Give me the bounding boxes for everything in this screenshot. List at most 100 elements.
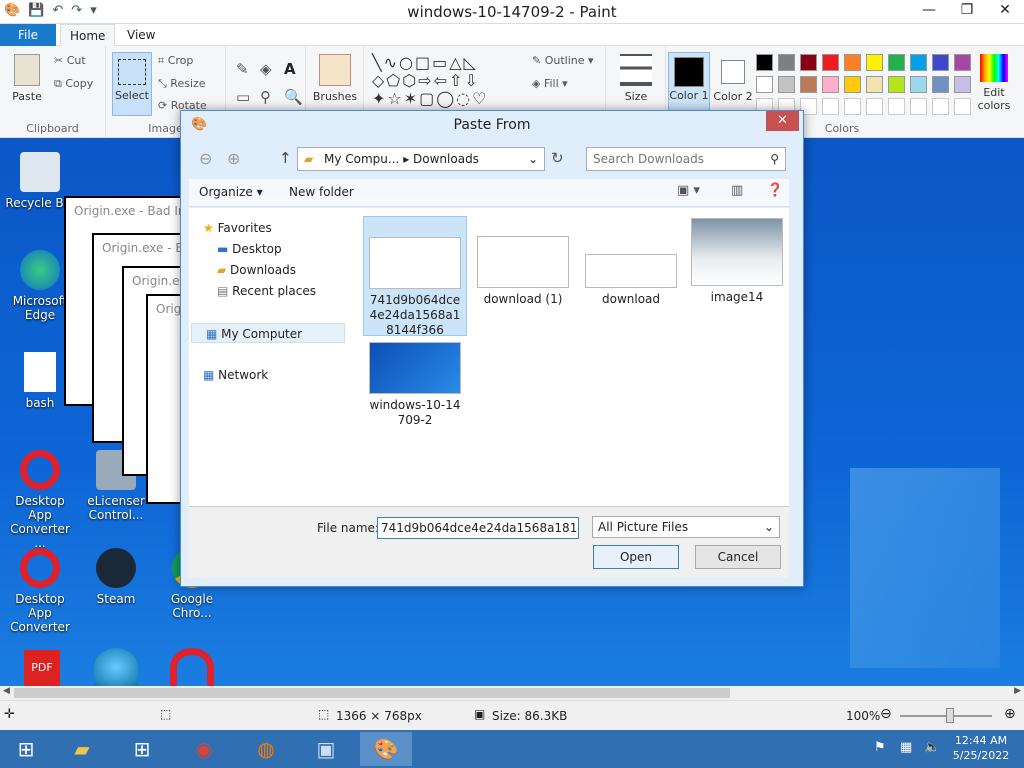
- color-swatch[interactable]: [822, 76, 839, 93]
- custom-color-swatch[interactable]: [932, 98, 949, 115]
- shapes-gallery[interactable]: ╲∿○□▭△◺ ◇⬠⬡⇨⇦⇧⇩ ✦☆✶▢◯◌♡: [372, 54, 522, 110]
- preview-pane-icon[interactable]: ▥: [731, 183, 743, 198]
- app-shortcut-icon[interactable]: [94, 648, 138, 686]
- file-item[interactable]: download (1): [471, 236, 575, 307]
- outline-button[interactable]: ✎ Outline ▾: [532, 54, 594, 67]
- file-item[interactable]: 741d9b064dce4e24da1568a18144f366: [363, 216, 467, 337]
- cancel-button[interactable]: Cancel: [695, 545, 781, 569]
- chevron-down-icon[interactable]: ⌄: [528, 148, 538, 170]
- scroll-thumb[interactable]: [14, 688, 730, 698]
- paste-button[interactable]: Paste: [8, 54, 46, 103]
- file-item[interactable]: image14: [685, 218, 789, 305]
- scroll-left-icon[interactable]: ◀: [3, 686, 10, 696]
- flag-icon[interactable]: ⚑: [874, 740, 886, 755]
- filename-input[interactable]: 741d9b064dce4e24da1568a18144f366: [377, 517, 579, 539]
- network-tray-icon[interactable]: ▦: [900, 740, 912, 755]
- refresh-icon[interactable]: ↻: [551, 149, 564, 167]
- color-swatch[interactable]: [778, 76, 795, 93]
- color-swatch[interactable]: [932, 54, 949, 71]
- copy-button[interactable]: ⧉ Copy: [54, 77, 93, 91]
- opera-shortcut-icon[interactable]: [170, 648, 214, 686]
- horizontal-scrollbar[interactable]: ◀ ▶: [0, 686, 1024, 700]
- select-button[interactable]: Select: [112, 52, 152, 116]
- file-item[interactable]: windows-10-14709-2: [363, 342, 467, 428]
- color-swatch[interactable]: [800, 54, 817, 71]
- color-swatch[interactable]: [888, 54, 905, 71]
- file-tab[interactable]: File: [0, 24, 56, 46]
- desktop-icon-steam[interactable]: Steam: [80, 548, 152, 606]
- color-swatch[interactable]: [932, 76, 949, 93]
- custom-color-swatch[interactable]: [888, 98, 905, 115]
- dialog-close-button[interactable]: ✕: [766, 111, 799, 131]
- nav-recent-places[interactable]: ▤ Recent places: [217, 281, 316, 301]
- help-icon[interactable]: ❓: [767, 183, 783, 198]
- color-swatch[interactable]: [954, 76, 971, 93]
- new-folder-button[interactable]: New folder: [289, 185, 354, 199]
- desktop-icon-app-converter-2[interactable]: Desktop App Converter: [4, 548, 76, 634]
- clock[interactable]: 12:44 AM 5/25/2022: [948, 733, 1014, 763]
- color-swatch[interactable]: [778, 54, 795, 71]
- cut-button[interactable]: ✂ Cut: [54, 54, 86, 67]
- taskbar-paint[interactable]: 🎨: [360, 732, 412, 766]
- nav-network[interactable]: ▦ Network: [203, 365, 268, 385]
- custom-color-swatch[interactable]: [954, 98, 971, 115]
- forward-icon[interactable]: ⊕: [227, 149, 240, 168]
- nav-downloads[interactable]: ▰ Downloads: [217, 260, 296, 280]
- color-swatch[interactable]: [910, 54, 927, 71]
- brushes-button[interactable]: Brushes: [310, 54, 360, 103]
- fill-bucket-icon[interactable]: ◈: [260, 60, 272, 78]
- color-swatch[interactable]: [844, 54, 861, 71]
- custom-color-swatch[interactable]: [866, 98, 883, 115]
- back-icon[interactable]: ⊖: [199, 149, 212, 168]
- custom-color-swatch[interactable]: [844, 98, 861, 115]
- color-swatch[interactable]: [954, 54, 971, 71]
- zoom-out-icon[interactable]: ⊖: [880, 706, 892, 722]
- maximize-button[interactable]: ❐: [948, 0, 986, 22]
- custom-color-swatch[interactable]: [910, 98, 927, 115]
- eraser-icon[interactable]: ▭: [236, 88, 250, 106]
- pencil-icon[interactable]: ✎: [236, 60, 249, 78]
- view-options-icon[interactable]: ▣ ▾: [677, 183, 700, 198]
- file-item[interactable]: download: [579, 236, 683, 307]
- open-button[interactable]: Open: [593, 545, 679, 569]
- color-swatch[interactable]: [822, 54, 839, 71]
- taskbar-store[interactable]: ⊞: [116, 732, 168, 766]
- edit-colors-button[interactable]: Edit colors: [974, 52, 1014, 112]
- taskbar-chrome[interactable]: ◉: [178, 732, 230, 766]
- magnifier-icon[interactable]: 🔍: [284, 88, 303, 106]
- address-bar[interactable]: ▰ My Compu... ▸ Downloads ⌄: [297, 147, 545, 171]
- search-input[interactable]: Search Downloads ⚲: [586, 147, 786, 171]
- start-button[interactable]: ⊞: [0, 732, 52, 766]
- breadcrumb-my-computer[interactable]: My Compu...: [324, 152, 399, 166]
- custom-color-swatch[interactable]: [822, 98, 839, 115]
- zoom-slider-thumb[interactable]: [946, 708, 954, 723]
- color-swatch[interactable]: [866, 76, 883, 93]
- tab-view[interactable]: View: [118, 24, 164, 46]
- taskbar-explorer[interactable]: ▰: [56, 732, 108, 766]
- pdf-icon[interactable]: PDF: [24, 650, 60, 686]
- taskbar-photos[interactable]: ▣: [300, 732, 352, 766]
- color-swatch[interactable]: [844, 76, 861, 93]
- nav-my-computer[interactable]: ▦ My Computer: [191, 323, 345, 343]
- close-button[interactable]: ✕: [986, 0, 1024, 22]
- color2-button[interactable]: Color 2: [712, 52, 754, 103]
- fill-button[interactable]: ◈ Fill ▾: [532, 77, 568, 90]
- up-icon[interactable]: ↑: [279, 149, 292, 167]
- color-swatch[interactable]: [756, 54, 773, 71]
- scroll-right-icon[interactable]: ▶: [1014, 686, 1021, 696]
- text-tool-icon[interactable]: A: [284, 60, 296, 78]
- breadcrumb-downloads[interactable]: Downloads: [413, 152, 479, 166]
- volume-icon[interactable]: 🔈: [924, 740, 940, 755]
- desktop-icon-app-converter-1[interactable]: Desktop App Converter ...: [4, 450, 76, 550]
- crop-button[interactable]: ⌗ Crop: [158, 54, 193, 68]
- nav-desktop[interactable]: ▬ Desktop: [217, 239, 282, 259]
- size-button[interactable]: Size: [614, 54, 658, 103]
- color-swatch[interactable]: [910, 76, 927, 93]
- color-swatch[interactable]: [756, 76, 773, 93]
- zoom-in-icon[interactable]: ⊕: [1004, 706, 1016, 722]
- minimize-button[interactable]: —: [910, 0, 948, 22]
- nav-favorites[interactable]: ★ Favorites: [203, 218, 272, 238]
- color-swatch[interactable]: [800, 76, 817, 93]
- taskbar-firefox[interactable]: ◍: [240, 732, 292, 766]
- organize-button[interactable]: Organize ▾: [199, 185, 263, 199]
